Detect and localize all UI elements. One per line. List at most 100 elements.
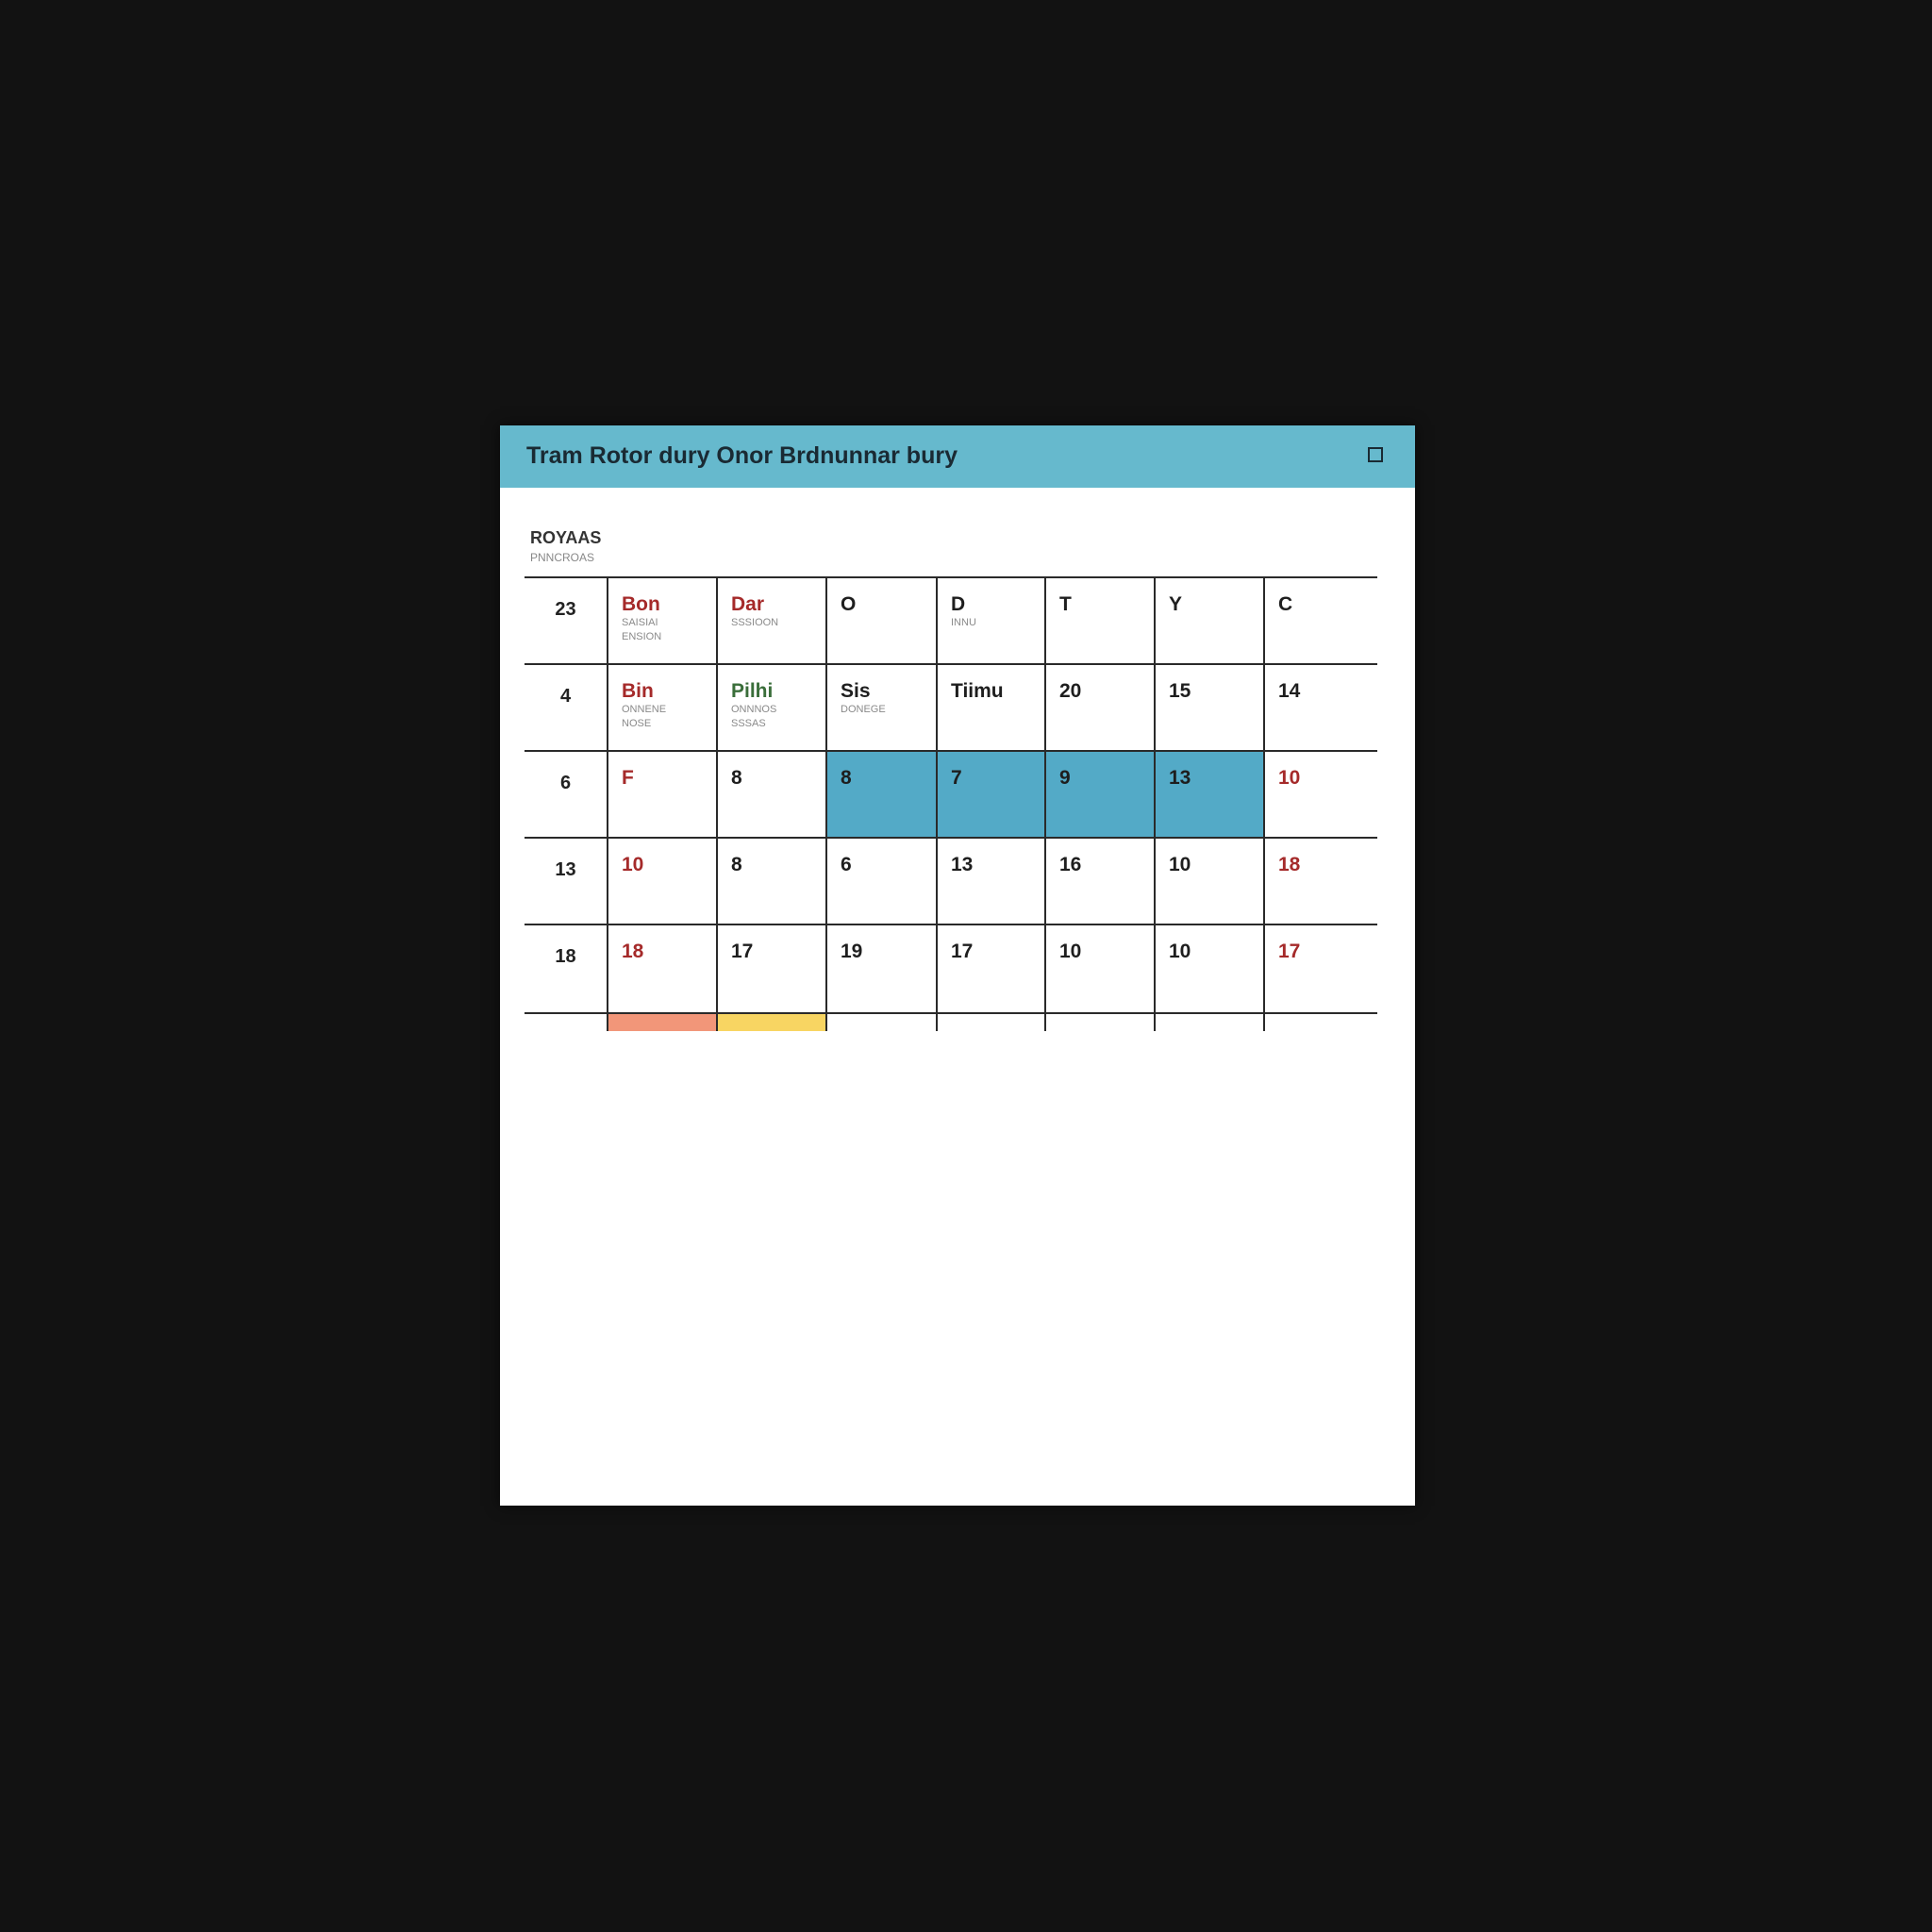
day-label: O (841, 593, 857, 615)
day-cell[interactable]: 18 (607, 925, 716, 1014)
day-cell[interactable]: 6 (825, 839, 936, 925)
day-cell[interactable]: 9 (1044, 752, 1154, 839)
day-label: Bon (622, 593, 660, 615)
day-label: 19 (622, 1029, 643, 1031)
day-label: 9 (1059, 767, 1071, 789)
day-cell[interactable]: 13 (825, 1014, 936, 1031)
day-note: SSSIOON (731, 617, 779, 628)
day-cell[interactable]: 10 (1044, 925, 1154, 1014)
day-cell[interactable]: 19 (825, 925, 936, 1014)
day-cell[interactable]: 10 (607, 839, 716, 925)
day-label: Sis (841, 680, 871, 702)
day-label: 14 (1278, 680, 1301, 702)
day-cell[interactable]: 10 (1154, 925, 1263, 1014)
day-cell[interactable]: 17 (716, 925, 825, 1014)
day-label: F (622, 767, 634, 789)
day-label: 8 (731, 767, 742, 789)
day-label: 19 (841, 941, 863, 962)
week-number: 18 (555, 946, 576, 967)
day-cell[interactable]: F (607, 752, 716, 839)
week-number-cell: 23 (525, 578, 607, 665)
window-title: Tram Rotor dury Onor Brdnunnar bury (526, 442, 958, 469)
day-cell[interactable]: O (825, 578, 936, 665)
day-label: 7 (951, 767, 962, 789)
week-number: 6 (559, 773, 572, 793)
day-label: 13 (1169, 767, 1191, 789)
day-cell[interactable]: 14 (1263, 665, 1377, 752)
week-number: 13 (555, 859, 576, 880)
day-note: ONNNOS SSSAS (731, 704, 777, 729)
day-label: 10 (1169, 854, 1191, 875)
day-label: Y (1169, 593, 1183, 615)
day-label: 10 (1169, 941, 1191, 962)
day-label: 13 (841, 1029, 862, 1031)
day-label: 23 (1169, 1029, 1191, 1031)
day-label: 16 (1059, 854, 1082, 875)
week-number-cell: 4 (525, 665, 607, 752)
day-cell[interactable]: Sis DONEGE (825, 665, 936, 752)
day-cell[interactable]: Tiimu (936, 665, 1044, 752)
day-label: 18 (622, 941, 644, 962)
day-cell[interactable]: Bin ONNENE NOSE (607, 665, 716, 752)
day-cell[interactable]: C (1263, 578, 1377, 665)
day-cell[interactable]: 18 (1263, 839, 1377, 925)
day-cell[interactable]: 13 (1154, 752, 1263, 839)
week-number-cell: 13 (525, 1014, 607, 1031)
day-cell[interactable]: Pilhi ONNNOS SSSAS (716, 665, 825, 752)
day-cell[interactable]: 17 (1263, 925, 1377, 1014)
day-label: 10 (1278, 767, 1301, 789)
day-cell[interactable]: T (1044, 578, 1154, 665)
week-number-cell: 18 (525, 925, 607, 1014)
day-cell[interactable]: 20 (1044, 665, 1154, 752)
day-cell[interactable]: 19 (607, 1014, 716, 1031)
day-note: DONEGE (841, 704, 886, 715)
day-cell[interactable]: 13 (1044, 1014, 1154, 1031)
day-cell[interactable]: 15 (1154, 665, 1263, 752)
day-label: 17 (1278, 941, 1301, 962)
maximize-icon[interactable] (1368, 447, 1383, 462)
day-cell[interactable]: 8 (825, 752, 936, 839)
day-cell[interactable]: 13 (936, 839, 1044, 925)
day-cell[interactable]: 8 (716, 839, 825, 925)
week-number-cell: 13 (525, 839, 607, 925)
day-label: 28 (1278, 1029, 1300, 1031)
day-label: Pilhi (731, 680, 774, 702)
day-label: 18 (1278, 854, 1301, 875)
day-label: 8 (841, 767, 852, 789)
day-label: 8 (731, 854, 742, 875)
month-sublabel: PNNCROAS (530, 551, 595, 564)
day-cell[interactable]: 19 (716, 1014, 825, 1031)
day-label: 6 (841, 854, 852, 875)
day-cell[interactable]: 16 (1044, 839, 1154, 925)
day-cell[interactable]: 28 (1263, 1014, 1377, 1031)
day-cell[interactable]: D INNU (936, 578, 1044, 665)
day-note: INNU (951, 617, 976, 628)
week-number: 4 (559, 686, 572, 707)
day-cell[interactable]: Y (1154, 578, 1263, 665)
day-cell[interactable]: 23 (1154, 1014, 1263, 1031)
day-label: 17 (731, 941, 754, 962)
day-label: 10 (622, 854, 644, 875)
day-note: ONNENE NOSE (622, 704, 667, 729)
day-cell[interactable]: 10 (1154, 839, 1263, 925)
day-label: Bin (622, 680, 654, 702)
day-label: 18 (951, 1029, 973, 1031)
day-cell[interactable]: 7 (936, 752, 1044, 839)
day-label: D (951, 593, 966, 615)
day-cell[interactable]: 17 (936, 925, 1044, 1014)
day-label: 10 (1059, 941, 1082, 962)
calendar-grid: 23 Bon SAISIAI ENSION Dar SSSIOON O D INNU T Y C 4 Bi… (525, 576, 1377, 1031)
day-label: C (1278, 593, 1293, 615)
day-label: 17 (951, 941, 974, 962)
day-label: Tiimu (951, 680, 1004, 702)
day-label: 13 (951, 854, 974, 875)
day-cell[interactable]: Bon SAISIAI ENSION (607, 578, 716, 665)
day-cell[interactable]: 8 (716, 752, 825, 839)
title-bar: Tram Rotor dury Onor Brdnunnar bury (500, 425, 1415, 488)
calendar-window: Tram Rotor dury Onor Brdnunnar bury ROYA… (500, 425, 1415, 1506)
day-label: 20 (1059, 680, 1082, 702)
day-cell[interactable]: 10 (1263, 752, 1377, 839)
day-cell[interactable]: 18 (936, 1014, 1044, 1031)
week-number-cell: 6 (525, 752, 607, 839)
day-cell[interactable]: Dar SSSIOON (716, 578, 825, 665)
